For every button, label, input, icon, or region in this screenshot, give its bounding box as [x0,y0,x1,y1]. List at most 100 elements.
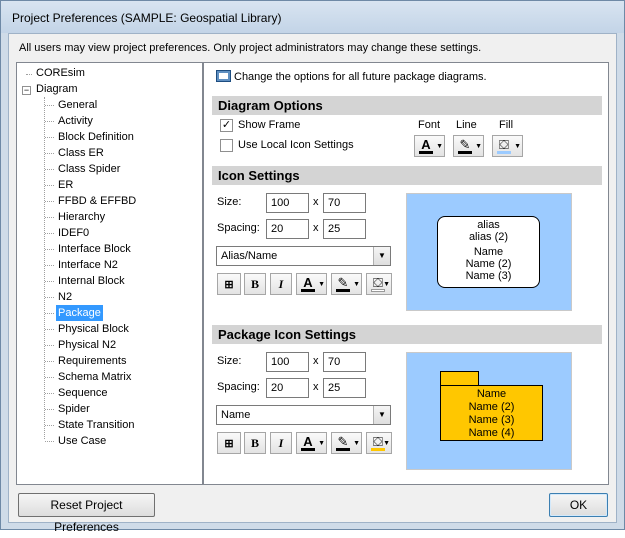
spacing-label: Spacing: [217,222,260,234]
tree-connector [45,121,54,122]
show-frame-label: Show Frame [238,119,301,131]
tree-item-label: Physical N2 [58,339,117,351]
chevron-down-icon: ▼ [373,247,390,265]
tree-item-package[interactable]: Package [56,305,103,321]
title-bar[interactable]: Project Preferences (SAMPLE: Geospatial … [1,1,624,33]
package-label-select-value: Name [221,409,251,421]
tree-item-block-definition[interactable]: Block Definition [56,129,136,145]
package-preview: Name Name (2) Name (3) Name (4) [406,352,572,470]
preview-line: Name [473,246,504,258]
tree-connector [45,425,54,426]
tree-item-idef0[interactable]: IDEF0 [56,225,91,241]
tree-item-internal-block[interactable]: Internal Block [56,273,127,289]
fill-color-button[interactable]: ⛋ ▼ [492,135,523,157]
package-spacing-y-input[interactable]: 25 [323,378,366,398]
preview-line: alias (2) [468,231,509,243]
icon-line-color-button[interactable]: ✎ ▼ [331,273,362,295]
tree-item-use-case[interactable]: Use Case [56,433,108,449]
package-line-color-button[interactable]: ✎ ▼ [331,432,362,454]
tree-item-label: ER [58,179,74,191]
tree-item-label: Package [58,307,101,319]
tree-item-label: Interface N2 [58,259,118,271]
diagram-options-header: Diagram Options [212,96,602,115]
package-size-width-input[interactable]: 100 [266,352,309,372]
italic-button[interactable]: I [270,273,292,295]
tree-item-interface-n2[interactable]: Interface N2 [56,257,120,273]
dropdown-arrow-icon: ▼ [514,143,521,150]
icon-label-select-value: Alias/Name [221,250,278,262]
package-fill-color-button[interactable]: ⛋ ▼ [366,432,392,454]
icon-label-select[interactable]: Alias/Name ▼ [216,246,391,266]
tree-item-activity[interactable]: Activity [56,113,95,129]
spacing-label: Spacing: [217,381,260,393]
use-local-icon-settings-checkbox[interactable] [220,139,233,152]
tree-connector [45,297,54,298]
package-font-color-button[interactable]: A ▼ [296,432,327,454]
preview-line: Name (4) [468,427,515,439]
tree-item-coresim[interactable]: COREsim [34,65,87,81]
tree-item-label: COREsim [36,67,85,79]
tree-item-diagram[interactable]: Diagram [34,81,80,97]
icon-font-color-button[interactable]: A ▼ [296,273,327,295]
ok-button[interactable]: OK [549,493,608,517]
tree-item-er[interactable]: ER [56,177,75,193]
tree-item-label: Block Definition [58,131,134,143]
package-preview-shape: Name Name (2) Name (3) Name (4) [440,385,543,441]
tree-item-requirements[interactable]: Requirements [56,353,128,369]
tree-item-physical-block[interactable]: Physical Block [56,321,131,337]
tree-item-physical-n2[interactable]: Physical N2 [56,337,118,353]
package-label-select[interactable]: Name ▼ [216,405,391,425]
preview-line: Name (2) [465,258,512,270]
icon-size-height-input[interactable]: 70 [323,193,366,213]
show-frame-checkbox[interactable]: ✓ [220,119,233,132]
preferences-tree[interactable]: COREsim − Diagram General Activity Block D… [16,62,203,485]
italic-button[interactable]: I [270,432,292,454]
tree-connector [45,233,54,234]
tree-item-label: Physical Block [58,323,129,335]
tree-item-schema-matrix[interactable]: Schema Matrix [56,369,133,385]
tree-item-state-transition[interactable]: State Transition [56,417,136,433]
tree-item-interface-block[interactable]: Interface Block [56,241,133,257]
tree-item-label: Internal Block [58,275,125,287]
tree-item-class-er[interactable]: Class ER [56,145,106,161]
settings-panel: Change the options for all future packag… [203,62,609,485]
tree-connector [45,393,54,394]
bold-button[interactable]: B [244,273,266,295]
hint-text: Change the options for all future packag… [234,71,487,83]
tree-item-hierarchy[interactable]: Hierarchy [56,209,107,225]
tree-connector [45,313,54,314]
tree-item-label: General [58,99,98,111]
tree-item-spider[interactable]: Spider [56,401,92,417]
tree-item-n2[interactable]: N2 [56,289,74,305]
preview-line: Name (3) [465,270,512,282]
label-position-button[interactable]: ⊞ [217,432,241,454]
tree-connector [45,153,54,154]
tree-item-label: Requirements [58,355,127,367]
icon-spacing-y-input[interactable]: 25 [323,219,366,239]
collapse-icon[interactable]: − [22,86,31,95]
tree-item-general[interactable]: General [56,97,99,113]
tree-item-label: FFBD & EFFBD [58,195,137,207]
tree-item-label: Diagram [36,83,78,95]
tree-item-class-spider[interactable]: Class Spider [56,161,122,177]
icon-spacing-x-input[interactable]: 20 [266,219,309,239]
package-size-height-input[interactable]: 70 [323,352,366,372]
bold-button[interactable]: B [244,432,266,454]
icon-fill-color-button[interactable]: ⛋ ▼ [366,273,392,295]
preview-line: Name (2) [468,401,515,413]
info-text: All users may view project preferences. … [19,42,482,54]
icon-size-width-input[interactable]: 100 [266,193,309,213]
tree-connector [45,409,54,410]
tree-item-sequence[interactable]: Sequence [56,385,110,401]
dropdown-arrow-icon: ▼ [436,143,443,150]
dropdown-arrow-icon: ▼ [318,281,325,288]
tree-item-ffbd-effbd[interactable]: FFBD & EFFBD [56,193,138,209]
icon-preview-shape: alias alias (2) Name Name (2) Name (3) [437,216,540,288]
label-position-button[interactable]: ⊞ [217,273,241,295]
tree-connector [45,265,54,266]
package-spacing-x-input[interactable]: 20 [266,378,309,398]
font-color-button[interactable]: A ▼ [414,135,445,157]
reset-project-preferences-button[interactable]: Reset Project Preferences [18,493,155,534]
line-color-button[interactable]: ✎ ▼ [453,135,484,157]
chevron-down-icon: ▼ [373,406,390,424]
